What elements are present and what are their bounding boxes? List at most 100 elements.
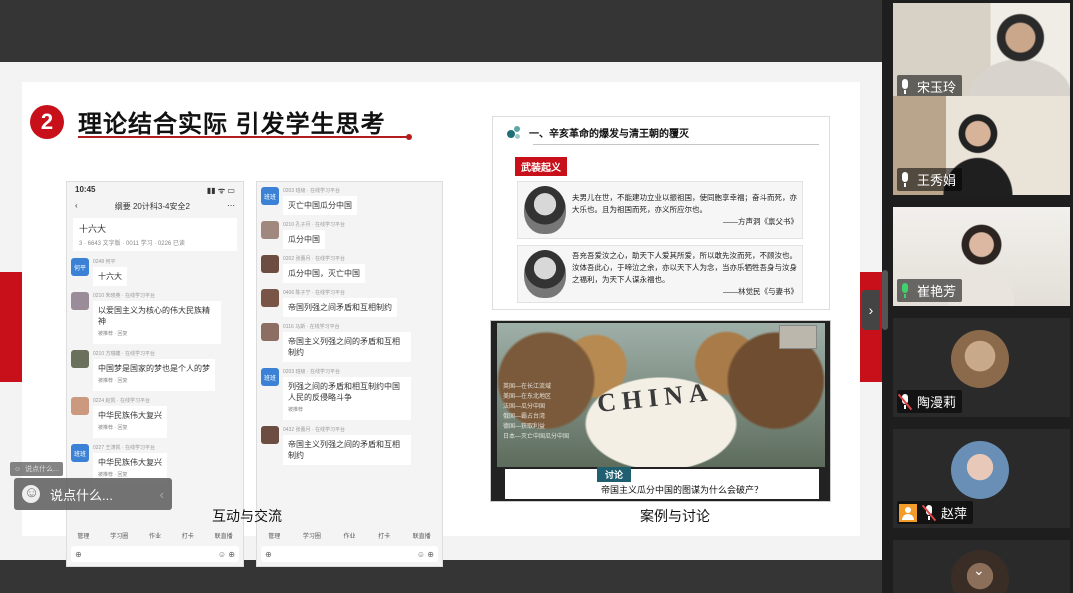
cartoon-label-country: 美国— [503, 394, 522, 400]
message-body: 0248 何平 十六大 [93, 258, 239, 286]
avatar [951, 441, 1009, 499]
participant-namebar: 陶漫莉 [897, 390, 963, 413]
avatar: 班班 [261, 187, 279, 205]
phone-tab[interactable]: 打卡 [182, 531, 194, 540]
message-text: 瓜分中国，灭亡中国 [288, 269, 360, 278]
chat-hint: ☺ 说点什么... [10, 462, 63, 476]
message-text: 中华民族伟大复兴 [98, 411, 162, 420]
participant-tile[interactable]: 王秀娟 [893, 96, 1070, 195]
phone-tab[interactable]: 打卡 [378, 531, 390, 540]
chat-message[interactable]: 何平 0248 何平 十六大 [67, 255, 243, 289]
message-text: 以爱国主义为核心的伟大民族精神 [98, 306, 210, 326]
cartoon-label: 日本—灭亡中国瓜分中国 [503, 431, 569, 440]
message-meta: 0210 方瑞婕 · 在线学习平台 [93, 351, 155, 357]
participant-namebar: 崔艳芳 [897, 279, 963, 302]
message-body: 0432 张蕾月 · 在线学习平台 帝国主义列强之间的矛盾和互相制约 [283, 426, 438, 465]
chat-input[interactable]: 说点什么... ‹ [14, 478, 172, 510]
more-icon: ⋯ [227, 201, 235, 210]
message-body: 0116 马斯 · 在线学习平台帝国主义列强之间的矛盾和互相制约 [283, 323, 438, 362]
microphone-active-icon [899, 282, 911, 299]
participant-name: 王秀娟 [917, 173, 957, 188]
emoji-icon[interactable] [22, 484, 40, 503]
collapse-panel-button[interactable]: › [862, 290, 880, 330]
phone-tab[interactable]: 联直播 [413, 531, 431, 540]
participant-name: 陶漫莉 [917, 395, 957, 410]
scroll-down-icon[interactable]: ⌄ [973, 562, 985, 579]
phone-tab[interactable]: 作业 [149, 531, 161, 540]
phone-tab[interactable]: 作业 [343, 531, 355, 540]
cartoon-label: 德国—获取利益 [503, 421, 545, 430]
participant-tile[interactable]: ⌄ [893, 540, 1070, 593]
avatar [261, 426, 279, 444]
message-tag[interactable]: 被推荐 · 回复 [98, 329, 216, 340]
avatar [71, 350, 89, 368]
quote-source: ——方声洞《禀父书》 [723, 217, 798, 226]
message-bubble: 列强之间的矛盾和相互制约中国人民的反侵略斗争 被推荐 [283, 377, 411, 420]
message-body: 0224 赵凯 · 在线学习平台中华民族伟大复兴 被推荐 · 回复 [93, 397, 239, 438]
phone-chat-header: ‹ 纲要 20计科3-4安全2 ⋯ [67, 199, 243, 216]
message-tag[interactable]: 被推荐 · 回复 [98, 376, 210, 387]
phone-tab[interactable]: 学习圈 [303, 531, 321, 540]
microphone-muted-icon [897, 393, 913, 410]
screen-share-area: 2 理论结合实际 引发学生思考 10:45 ▮▮ ᯤ ▭ ‹ 纲要 20计科3-… [0, 0, 882, 593]
chat-message[interactable]: 0210 孔子月 · 在线学习平台 瓜分中国 [257, 218, 442, 252]
participant-tile[interactable]: 宋玉玲 [893, 3, 1070, 102]
chat-placeholder: 说点什么... [50, 487, 113, 503]
message-tag[interactable]: 被推荐 · 回复 [98, 423, 162, 434]
message-tag[interactable]: 被推荐 [288, 405, 406, 416]
portrait-image [524, 186, 566, 234]
chat-message[interactable]: 0210 朱晓英 · 在线学习平台 以爱国主义为核心的伟大民族精神 被推荐 · 回复 [67, 289, 243, 347]
phone-tab[interactable]: 管理 [268, 531, 280, 540]
slide-red-tab-left [0, 272, 22, 382]
message-meta: 0203 班级 · 在线学习平台 [283, 369, 340, 375]
presenter-thumbnail [779, 325, 817, 349]
quote-body: 吾充吾爱汝之心，助天下人爱其所爱，所以敢先汝而死，不顾汝也。汝体吾此心，于啼泣之… [572, 251, 797, 284]
message-text: 帝国主义列强之间的矛盾和互相制约 [288, 440, 400, 460]
chat-message[interactable]: 班班 0203 班级 · 在线学习平台 灭亡中国瓜分中国 [257, 184, 442, 218]
chat-message[interactable]: 班班 0203 班级 · 在线学习平台 列强之间的矛盾和相互制约中国人民的反侵略斗争… [257, 365, 442, 423]
message-bubble: 中国梦是国家的梦也是个人的梦 被推荐 · 回复 [93, 359, 215, 391]
message-bubble: 帝国列强之间矛盾和互相制约 [283, 298, 397, 317]
quote-box-1: 夫男儿在世，不能建功立业以振祖国，使同胞享幸福；奋斗而死，亦大乐也。且为祖国而死… [517, 181, 803, 239]
message-body: 0210 孔子月 · 在线学习平台 瓜分中国 [283, 221, 438, 249]
panel-scrollbar[interactable] [882, 270, 888, 330]
political-cartoon-image: CHINA 英国—在长江流域 美国—在东北地区 法国—瓜分中国 俄国—霸占台湾 德国—获… [497, 323, 825, 467]
discussion-tag: 讨论 [597, 467, 632, 482]
phone-screenshot-chat-2: 班班 0203 班级 · 在线学习平台 灭亡中国瓜分中国 0210 孔子月 · 在线学… [256, 181, 443, 567]
phone-tab[interactable]: 管理 [77, 531, 89, 540]
message-text: 十六大 [98, 272, 122, 281]
chat-message[interactable]: 0202 张蕾月 · 在线学习平台 瓜分中国，灭亡中国 [257, 252, 442, 286]
cartoon-card: CHINA 英国—在长江流域 美国—在东北地区 法国—瓜分中国 俄国—霸占台湾 德国—获… [490, 320, 831, 502]
message-text: 帝国列强之间矛盾和互相制约 [288, 303, 392, 312]
message-text: 灭亡中国瓜分中国 [288, 201, 352, 210]
cartoon-label-action: 获取利益 [521, 424, 546, 430]
chat-message[interactable]: 0406 陈子宁 · 在线学习平台 帝国列强之间矛盾和互相制约 [257, 286, 442, 320]
avatar [951, 330, 1009, 388]
message-list: 何平 0248 何平 十六大 0210 朱晓英 · 在线学习平台 以爱国主义为核心的伟大… [67, 255, 243, 488]
cartoon-label: 英国—在长江流域 [503, 381, 551, 390]
phone-tab[interactable]: 学习圈 [110, 531, 128, 540]
participant-tile[interactable]: 陶漫莉 [893, 318, 1070, 417]
participant-tile-speaking[interactable]: 崔艳芳 [893, 207, 1070, 306]
cartoon-label: 俄国—霸占台湾 [503, 411, 545, 420]
cartoon-label-country: 德国— [503, 424, 522, 430]
phone-tab[interactable]: 联直播 [215, 531, 233, 540]
emoji-icon: ☺ ⊕ [416, 549, 434, 559]
header-divider [533, 144, 819, 145]
message-meta: 0116 马斯 · 在线学习平台 [283, 324, 340, 330]
chat-message[interactable]: 0210 方瑞婕 · 在线学习平台中国梦是国家的梦也是个人的梦 被推荐 · 回复 [67, 347, 243, 394]
voice-icon: ⊕ [265, 549, 272, 559]
chat-message[interactable]: 0432 张蕾月 · 在线学习平台 帝国主义列强之间的矛盾和互相制约 [257, 423, 442, 468]
caption-interaction: 互动与交流 [212, 510, 282, 525]
message-bubble: 帝国主义列强之间的矛盾和互相制约 [283, 332, 411, 362]
collapse-chat-icon[interactable]: ‹ [160, 487, 164, 502]
avatar: 何平 [71, 258, 89, 276]
avatar [71, 397, 89, 415]
message-meta: 0227 王涛凯 · 在线学习平台 [93, 445, 155, 451]
chat-message[interactable]: 0116 马斯 · 在线学习平台帝国主义列强之间的矛盾和互相制约 [257, 320, 442, 365]
chat-message[interactable]: 0224 赵凯 · 在线学习平台中华民族伟大复兴 被推荐 · 回复 [67, 394, 243, 441]
participant-tile[interactable]: 赵萍 [893, 429, 1070, 528]
microphone-icon [899, 171, 911, 188]
message-meta: 0224 赵凯 · 在线学习平台 [93, 398, 150, 404]
participant-namebar: 宋玉玲 [897, 75, 963, 98]
